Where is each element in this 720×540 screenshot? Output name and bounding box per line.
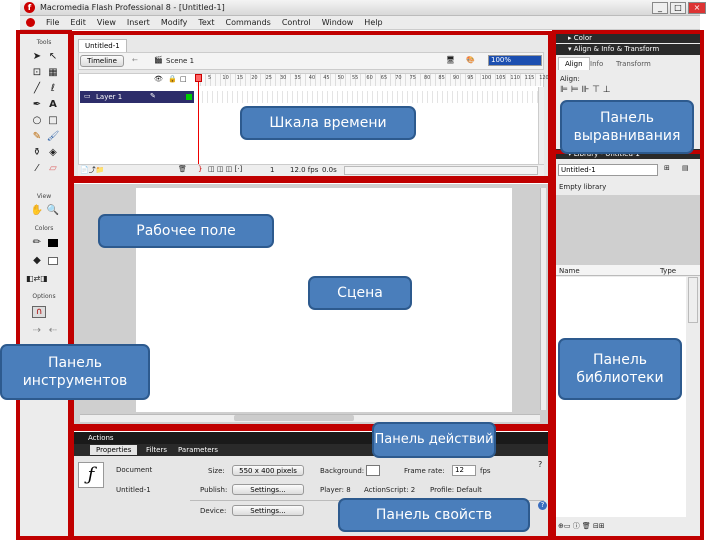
callout-library: Панель библиотеки [558,338,682,400]
callout-actions: Панель действий [372,422,496,458]
menu-text[interactable]: Text [198,18,214,27]
menu-window[interactable]: Window [322,18,354,27]
maximize-button[interactable]: □ [670,2,686,14]
callout-stage: Сцена [308,276,412,310]
flash-logo-icon: f [24,2,35,13]
menu-insert[interactable]: Insert [127,18,150,27]
title-bar: f Macromedia Flash Professional 8 - [Unt… [20,0,706,16]
callout-timeline: Шкала времени [240,106,416,140]
tools-highlight [16,30,72,540]
close-button[interactable]: × [688,2,706,14]
menu-help[interactable]: Help [364,18,382,27]
menu-edit[interactable]: Edit [70,18,86,27]
callout-properties: Панель свойств [338,498,530,532]
callout-tools: Панель инструментов [0,344,150,400]
window-title: Macromedia Flash Professional 8 - [Untit… [40,3,225,12]
menu-bar: File Edit View Insert Modify Text Comman… [20,16,700,30]
callout-align: Панель выравнивания [560,100,694,154]
minimize-button[interactable]: _ [652,2,668,14]
menu-control[interactable]: Control [282,18,311,27]
menu-commands[interactable]: Commands [226,18,271,27]
menu-view[interactable]: View [97,18,116,27]
menu-modify[interactable]: Modify [161,18,188,27]
callout-workspace: Рабочее поле [98,214,274,248]
menu-file[interactable]: File [46,18,59,27]
document-icon[interactable] [26,18,35,27]
